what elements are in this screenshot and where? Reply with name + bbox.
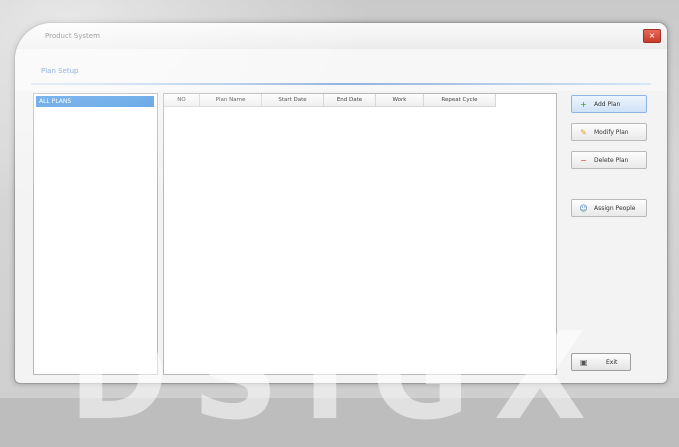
- window-title: Product System: [45, 32, 100, 40]
- column-header-end-date[interactable]: End Date: [324, 94, 376, 107]
- plus-icon: +: [580, 100, 587, 109]
- column-header-work[interactable]: Work: [376, 94, 424, 107]
- tab-plan-setup[interactable]: Plan Setup: [41, 67, 79, 75]
- tree-item-selected[interactable]: ALL PLANS: [36, 96, 154, 107]
- header-spacer: [496, 94, 556, 107]
- column-header-start-date[interactable]: Start Date: [262, 94, 324, 107]
- person-icon: ☺: [579, 204, 588, 213]
- tab-underline: [31, 83, 651, 85]
- modify-plan-label: Modify Plan: [594, 129, 629, 136]
- delete-plan-label: Delete Plan: [594, 157, 629, 164]
- title-bar[interactable]: Product System ×: [15, 23, 667, 50]
- modify-plan-button[interactable]: ✎ Modify Plan: [571, 123, 647, 141]
- close-button[interactable]: ×: [643, 29, 661, 43]
- add-plan-button[interactable]: + Add Plan: [571, 95, 647, 113]
- column-header-repeat-cycle[interactable]: Repeat Cycle: [424, 94, 496, 107]
- assign-people-button[interactable]: ☺ Assign People: [571, 199, 647, 217]
- delete-plan-button[interactable]: − Delete Plan: [571, 151, 647, 169]
- column-header-plan-name[interactable]: Plan Name: [200, 94, 262, 107]
- pencil-icon: ✎: [580, 128, 587, 137]
- add-plan-label: Add Plan: [594, 101, 621, 108]
- assign-people-label: Assign People: [594, 205, 636, 212]
- minus-icon: −: [580, 156, 587, 165]
- column-header-no[interactable]: NO: [164, 94, 200, 107]
- watermark-text: DSIGX: [68, 308, 611, 447]
- table-header: NO Plan Name Start Date End Date Work Re…: [164, 94, 556, 107]
